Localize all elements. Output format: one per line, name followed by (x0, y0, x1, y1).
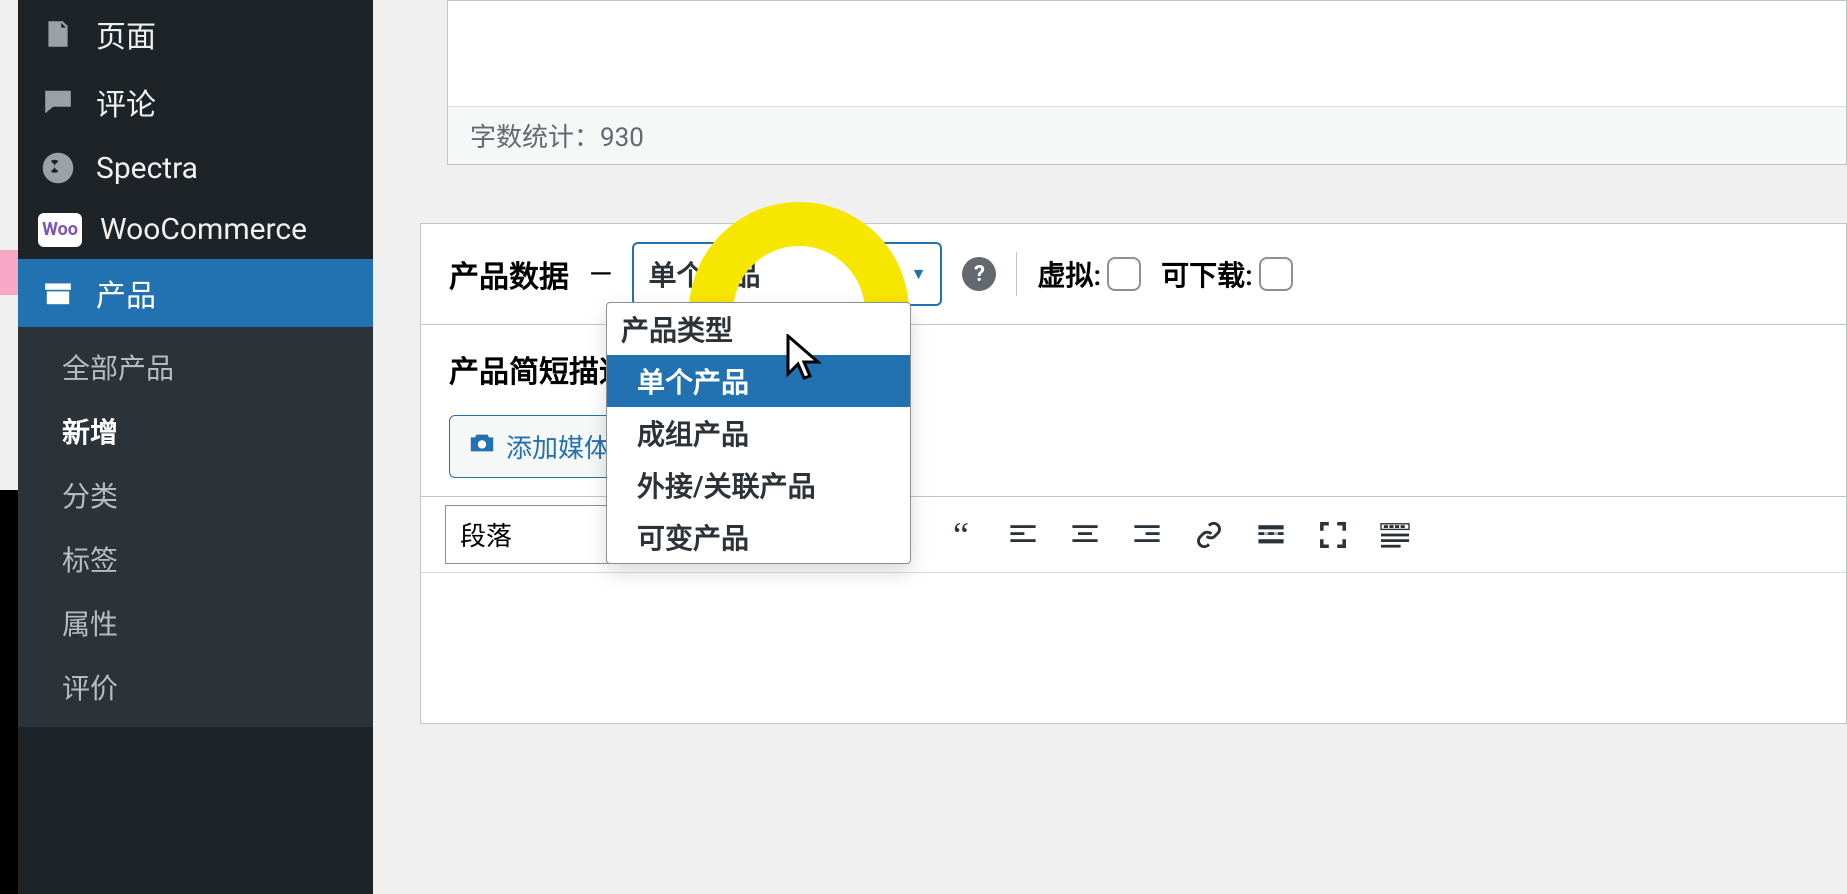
submenu-attributes[interactable]: 属性 (18, 591, 373, 655)
description-editor: 字数统计：930 (447, 0, 1847, 165)
product-type-dropdown: 产品类型 单个产品 成组产品 外接/关联产品 可变产品 (606, 302, 911, 564)
sidebar-item-spectra[interactable]: Spectra (18, 136, 373, 200)
downloadable-toggle[interactable]: 可下载: (1161, 254, 1293, 294)
camera-icon (468, 429, 496, 464)
virtual-toggle[interactable]: 虚拟: (1037, 254, 1141, 294)
align-center-button[interactable] (1061, 511, 1109, 559)
dark-fragment (0, 490, 18, 894)
align-right-button[interactable] (1123, 511, 1171, 559)
downloadable-label: 可下载: (1161, 254, 1253, 294)
sidebar-label: WooCommerce (100, 212, 307, 247)
spectra-icon (38, 148, 78, 188)
sidebar-label: 页面 (96, 12, 156, 56)
dash: — (589, 257, 612, 292)
sidebar-item-products[interactable]: 产品 (18, 259, 373, 327)
editor-body[interactable] (448, 1, 1846, 106)
virtual-label: 虚拟: (1037, 254, 1101, 294)
admin-sidebar: 页面 评论 Spectra Woo WooCommerce 产品 全部产品 新增… (18, 0, 373, 894)
dropdown-option-simple[interactable]: 单个产品 (607, 355, 910, 407)
word-count-value: 930 (600, 123, 644, 153)
align-left-button[interactable] (999, 511, 1047, 559)
main-content: 字数统计：930 产品数据 — 单个产品 ▼ ? 虚拟: 可下载: (420, 0, 1847, 894)
downloadable-checkbox[interactable] (1259, 257, 1293, 291)
sidebar-item-woocommerce[interactable]: Woo WooCommerce (18, 200, 373, 259)
add-media-label: 添加媒体 (506, 428, 610, 465)
product-data-panel: 产品数据 — 单个产品 ▼ ? 虚拟: 可下载: 产品类型 单个产品 成组产品 … (420, 223, 1847, 724)
dropdown-option-external[interactable]: 外接/关联产品 (607, 459, 910, 511)
archive-icon (38, 273, 78, 313)
sidebar-item-pages[interactable]: 页面 (18, 0, 373, 68)
submenu-tags[interactable]: 标签 (18, 527, 373, 591)
submenu-add-new[interactable]: 新增 (18, 399, 373, 463)
link-button[interactable] (1185, 511, 1233, 559)
comment-icon (38, 82, 78, 122)
panel-title: 产品数据 (449, 252, 569, 296)
submenu-categories[interactable]: 分类 (18, 463, 373, 527)
sidebar-item-comments[interactable]: 评论 (18, 68, 373, 136)
format-value: 段落 (460, 516, 512, 553)
editor-status-bar: 字数统计：930 (448, 106, 1846, 164)
word-count-label: 字数统计： (470, 123, 600, 153)
submenu-all-products[interactable]: 全部产品 (18, 335, 373, 399)
dropdown-option-grouped[interactable]: 成组产品 (607, 407, 910, 459)
product-type-select[interactable]: 单个产品 ▼ (632, 242, 942, 306)
virtual-checkbox[interactable] (1107, 257, 1141, 291)
insert-more-button[interactable] (1247, 511, 1295, 559)
help-icon[interactable]: ? (962, 257, 996, 291)
dropdown-group-label: 产品类型 (607, 303, 910, 355)
divider (1016, 252, 1017, 296)
sidebar-submenu-products: 全部产品 新增 分类 标签 属性 评价 (18, 327, 373, 727)
woocommerce-icon: Woo (38, 213, 82, 247)
dropdown-option-variable[interactable]: 可变产品 (607, 511, 910, 563)
sidebar-label: 产品 (96, 271, 156, 315)
page-icon (38, 14, 78, 54)
chevron-down-icon: ▼ (911, 264, 927, 284)
select-value: 单个产品 (648, 254, 760, 294)
sidebar-label: Spectra (96, 151, 198, 186)
short-description-editor[interactable] (421, 573, 1846, 723)
product-data-header: 产品数据 — 单个产品 ▼ ? 虚拟: 可下载: 产品类型 单个产品 成组产品 … (421, 224, 1846, 325)
pink-fragment (0, 250, 18, 295)
toolbar-toggle-button[interactable] (1371, 511, 1419, 559)
submenu-reviews[interactable]: 评价 (18, 655, 373, 719)
add-media-button[interactable]: 添加媒体 (449, 415, 629, 478)
fullscreen-button[interactable] (1309, 511, 1357, 559)
sidebar-label: 评论 (96, 80, 156, 124)
blockquote-button[interactable]: “ (937, 511, 985, 559)
